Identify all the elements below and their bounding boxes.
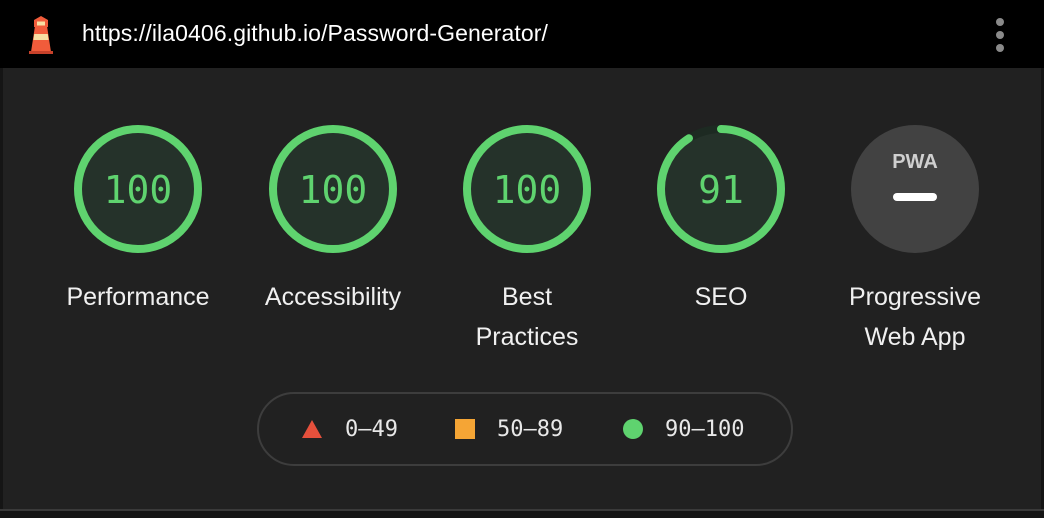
report-header: https://ila0406.github.io/Password-Gener…: [0, 0, 1044, 68]
gauge-ring: 91: [657, 125, 785, 253]
gauge-ring: 100: [74, 125, 202, 253]
score-gauge[interactable]: 100 Performance: [53, 124, 223, 317]
legend-range: 0–49: [345, 416, 398, 442]
legend-item-pass: 90–100: [623, 394, 744, 464]
legend-item-fail: 0–49: [301, 394, 398, 464]
legend-range: 50–89: [497, 416, 564, 442]
pwa-badge-icon: PWA: [851, 125, 979, 253]
triangle-icon: [302, 420, 322, 438]
square-icon: [455, 419, 475, 439]
page-url[interactable]: https://ila0406.github.io/Password-Gener…: [82, 20, 548, 47]
gauge-label: Accessibility: [248, 277, 418, 317]
circle-icon: [623, 419, 643, 439]
pwa-gauge[interactable]: PWA Progressive Web App: [830, 124, 1000, 357]
lighthouse-icon: [29, 16, 53, 54]
gauge-label-line: Progressive: [849, 283, 981, 311]
score-gauge[interactable]: 100 Best Practices: [442, 124, 612, 357]
gauge-score: 100: [299, 168, 368, 212]
gauge-label-line: SEO: [694, 283, 748, 311]
score-gauge[interactable]: 91 SEO: [636, 124, 806, 317]
gauge-label: Best Practices: [442, 277, 612, 357]
gauge-ring: 100: [463, 125, 591, 253]
score-legend: 0–49 50–89 90–100: [257, 392, 793, 466]
gauge-label-line: Best: [501, 283, 553, 311]
gauge-label-line: Web App: [864, 323, 966, 351]
legend-range: 90–100: [665, 416, 745, 442]
gauge-ring: 100: [269, 125, 397, 253]
pwa-dash-icon: [893, 193, 937, 201]
gauge-score: 100: [104, 168, 173, 212]
gauge-score: 100: [493, 168, 562, 212]
gauge-label: Progressive Web App: [830, 277, 1000, 357]
legend-item-average: 50–89: [455, 394, 563, 464]
divider: [0, 509, 1044, 511]
score-gauge[interactable]: 100 Accessibility: [248, 124, 418, 317]
gauge-label: SEO: [636, 277, 806, 317]
gauge-label-line: Practices: [475, 323, 579, 351]
gauge-score: 91: [698, 168, 744, 212]
pwa-badge-text: PWA: [892, 151, 938, 173]
gauge-label: Performance: [53, 277, 223, 317]
kebab-menu-icon[interactable]: [990, 18, 1010, 52]
gauge-label-line: Performance: [66, 283, 210, 311]
gauge-label-line: Accessibility: [264, 283, 402, 311]
